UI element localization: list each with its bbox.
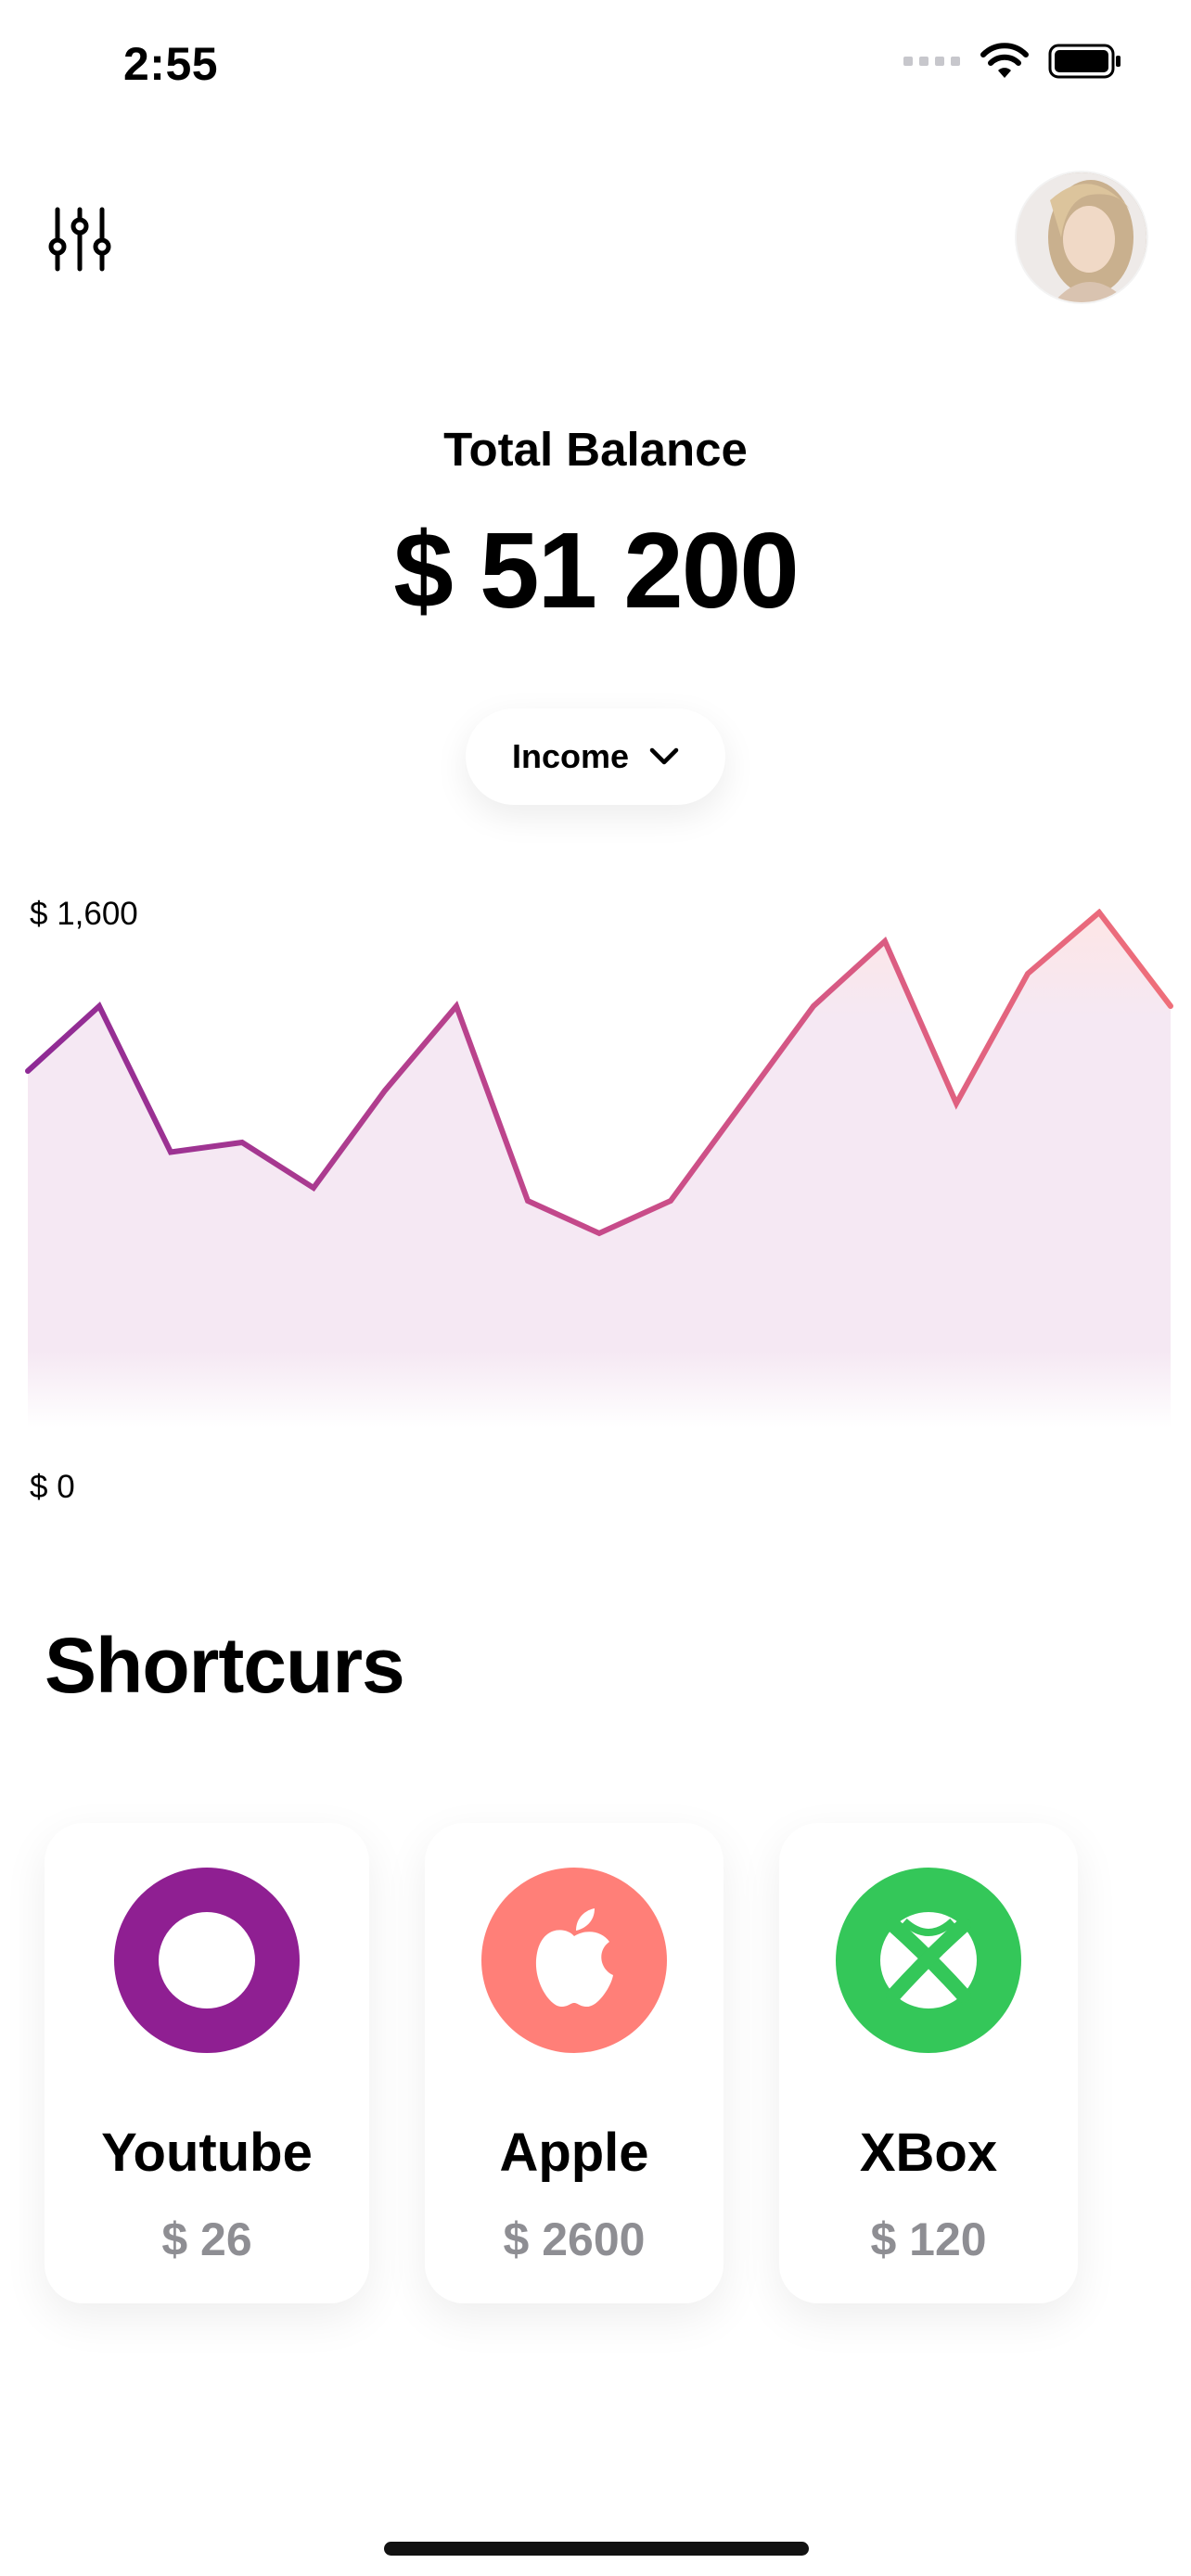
- total-balance-label: Total Balance: [443, 423, 748, 476]
- chart-area-fill: [28, 912, 1171, 1428]
- y-axis-min-label: $ 0: [30, 1469, 75, 1505]
- shortcut-amount: $ 2600: [503, 2213, 646, 2265]
- income-dropdown[interactable]: Income: [466, 708, 725, 805]
- shortcuts-title: Shortcurs: [45, 1622, 405, 1709]
- shortcut-name: Youtube: [101, 2123, 313, 2183]
- ring-icon: [114, 1868, 300, 2053]
- cellular-dots-icon: [903, 57, 960, 66]
- battery-icon: [1048, 44, 1121, 79]
- shortcut-name: XBox: [859, 2123, 998, 2183]
- home-indicator[interactable]: [384, 2542, 809, 2556]
- avatar-photo: [1017, 172, 1146, 302]
- apple-icon: [481, 1868, 667, 2053]
- shortcut-card-apple[interactable]: Apple $ 2600: [425, 1823, 724, 2303]
- shortcut-name: Apple: [499, 2123, 649, 2183]
- total-balance-value: $ 51 200: [393, 510, 800, 631]
- shortcut-card-xbox[interactable]: XBox $ 120: [779, 1823, 1078, 2303]
- income-chart: [25, 909, 1173, 1428]
- xbox-icon: [836, 1868, 1021, 2053]
- wifi-icon: [980, 43, 1029, 78]
- income-dropdown-label: Income: [511, 737, 630, 775]
- shortcut-amount: $ 120: [870, 2213, 987, 2265]
- shortcut-amount: $ 26: [161, 2213, 252, 2265]
- status-icons: [903, 43, 1122, 80]
- sliders-icon: [48, 207, 111, 272]
- chevron-down-icon: [649, 747, 679, 765]
- shortcut-card-youtube[interactable]: Youtube $ 26: [45, 1823, 369, 2303]
- user-avatar[interactable]: [1017, 172, 1146, 302]
- filter-button[interactable]: [46, 206, 113, 273]
- status-time: 2:55: [123, 38, 219, 90]
